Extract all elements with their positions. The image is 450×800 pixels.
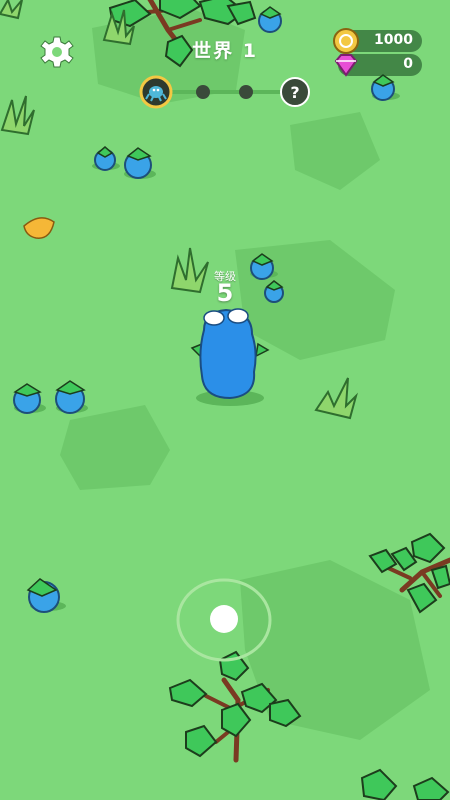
gem-counter: 0 bbox=[334, 54, 422, 77]
stage-unknown: ? bbox=[280, 77, 310, 107]
gem-icon bbox=[334, 54, 358, 77]
virtual-joystick[interactable] bbox=[176, 578, 272, 662]
gem-count: 0 bbox=[403, 56, 413, 72]
joystick-knob[interactable] bbox=[210, 605, 238, 633]
question-icon: ? bbox=[290, 83, 299, 102]
level-number: 5 bbox=[216, 279, 234, 307]
stage-locked-dot bbox=[196, 85, 210, 99]
coin-count: 1000 bbox=[374, 32, 413, 48]
stage-monster bbox=[139, 75, 173, 109]
stage-locked-dot bbox=[239, 85, 253, 99]
game-world bbox=[0, 0, 450, 800]
coin-counter: 1000 bbox=[333, 28, 422, 54]
stage-progress: ? bbox=[139, 75, 310, 109]
